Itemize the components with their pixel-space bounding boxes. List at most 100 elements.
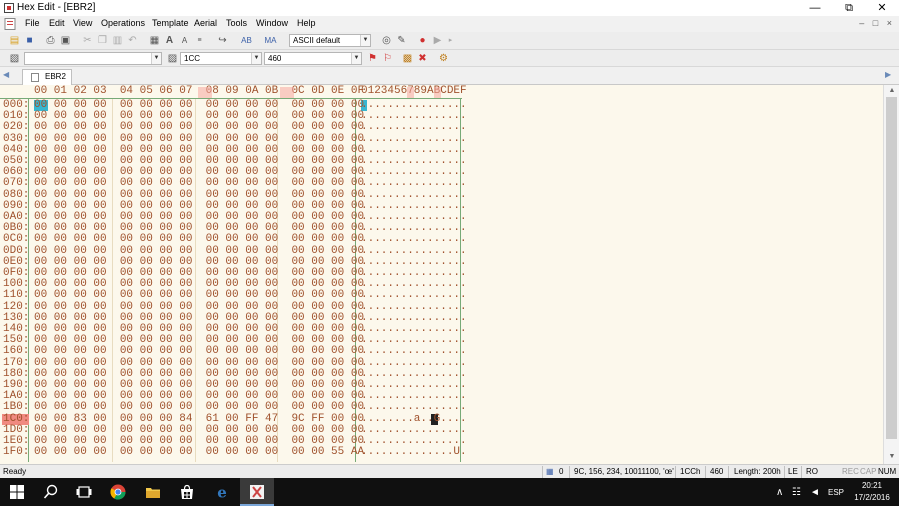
scroll-up-icon[interactable]: ▲ [884, 86, 899, 96]
refresh-icon[interactable]: ◎ [380, 34, 393, 47]
hex-row[interactable]: 00 00 00 00 00 00 00 00 00 00 00 00 00 0… [34, 122, 364, 133]
menu-window[interactable]: Window [256, 18, 288, 28]
search-combo[interactable]: ▼ [24, 52, 162, 65]
ascii-row[interactable]: ..............U. [361, 447, 467, 458]
bookmark-flag-icon[interactable]: ⚑ [366, 52, 379, 65]
edge-icon[interactable]: e [214, 484, 230, 500]
open-icon[interactable]: ▤ [8, 34, 21, 47]
hex-row[interactable]: 00 00 00 00 00 00 00 00 00 00 00 00 00 0… [34, 402, 364, 413]
tray-time[interactable]: 20:21 [852, 481, 892, 490]
chevron-down-icon[interactable]: ▼ [351, 53, 361, 64]
network-icon[interactable]: ☷ [792, 487, 801, 498]
menu-help[interactable]: Help [297, 18, 316, 28]
ascii-highlight-8 [407, 87, 414, 98]
ascii-row[interactable]: ................ [361, 234, 467, 245]
ascii-row[interactable]: ................ [361, 290, 467, 301]
hex-data[interactable]: 00 00 00 00 00 00 00 00 00 00 00 00 00 0… [34, 99, 364, 459]
status-readonly[interactable]: RO [806, 467, 818, 476]
print-icon[interactable]: ⎙ [44, 34, 57, 47]
search-icon[interactable] [43, 484, 59, 500]
bookmark-next-icon[interactable]: ⚐ [381, 52, 394, 65]
status-rec: REC [842, 467, 859, 476]
chevron-down-icon[interactable]: ▼ [151, 53, 161, 64]
windows-taskbar: e ∧ ☷ ◄ ESP 20:21 17/2/2016 [0, 478, 899, 506]
replace-icon[interactable]: MA [264, 34, 277, 47]
hex-row[interactable]: 00 00 00 00 00 00 00 00 00 00 00 00 00 0… [34, 234, 364, 245]
menu-file[interactable]: File [25, 18, 40, 28]
input-language[interactable]: ESP [828, 488, 844, 497]
menu-tools[interactable]: Tools [226, 18, 247, 28]
maximize-button[interactable]: ⧉ [833, 0, 865, 16]
ascii-row[interactable]: ................ [361, 402, 467, 413]
chrome-icon[interactable] [110, 484, 126, 500]
menu-template[interactable]: Template [152, 18, 189, 28]
scroll-down-icon[interactable]: ▼ [884, 452, 899, 462]
font-increase-icon[interactable]: A [163, 34, 176, 47]
ascii-row[interactable]: ................ [361, 122, 467, 133]
settings-icon[interactable]: ⚙ [437, 52, 450, 65]
status-ready: Ready [3, 467, 27, 476]
macro-options-icon[interactable]: ▸ [444, 34, 457, 47]
address-combo[interactable]: 1CC ▼ [180, 52, 262, 65]
ascii-row[interactable]: ................ [361, 178, 467, 189]
task-view-icon[interactable] [76, 484, 92, 500]
speaker-icon[interactable]: ◄ [810, 487, 820, 498]
play-macro-icon[interactable]: ▶ [431, 34, 444, 47]
status-cap: CAP [860, 467, 877, 476]
bookmark-manager-icon[interactable]: ▩ [401, 52, 414, 65]
store-icon[interactable] [179, 484, 195, 500]
menu-operations[interactable]: Operations [101, 18, 145, 28]
document-icon [4, 18, 16, 30]
binary-icon: ▦ [546, 467, 554, 476]
hex-row[interactable]: 00 00 00 00 00 00 00 00 00 00 00 00 00 0… [34, 178, 364, 189]
copy-icon[interactable]: ❐ [96, 34, 109, 47]
goto-icon[interactable]: ↪ [216, 34, 229, 47]
paste-icon[interactable]: ▥ [111, 34, 124, 47]
tray-date[interactable]: 17/2/2016 [850, 493, 894, 502]
tab-scroll-left-icon[interactable]: ◀ [3, 70, 9, 79]
hex-row[interactable]: 00 00 00 00 00 00 00 00 00 00 00 00 00 0… [34, 290, 364, 301]
status-endian[interactable]: LE [788, 467, 798, 476]
value-combo[interactable]: 460 ▼ [264, 52, 362, 65]
ascii-row[interactable]: ................ [361, 346, 467, 357]
cut-icon[interactable]: ✂ [81, 34, 94, 47]
windows-start-icon[interactable] [9, 484, 25, 500]
menu-aerial[interactable]: Aerial [194, 18, 217, 28]
status-length: Length: 200h [734, 467, 781, 476]
ascii-data[interactable]: ........................................… [361, 99, 467, 459]
hex-row[interactable]: 00 00 00 00 00 00 00 00 00 00 00 00 00 0… [34, 346, 364, 357]
hexedit-icon [250, 485, 264, 499]
offset-label: 020: [3, 121, 30, 134]
status-num: NUM [878, 467, 897, 476]
chevron-down-icon[interactable]: ▼ [251, 53, 261, 64]
save-icon[interactable]: ■ [23, 34, 36, 47]
minimize-button[interactable]: — [799, 0, 831, 16]
tray-chevron-up-icon[interactable]: ∧ [776, 487, 783, 498]
tab-ebr2[interactable]: EBR2 [22, 69, 72, 85]
mdi-controls[interactable]: – □ × [859, 18, 895, 28]
print-preview-icon[interactable]: ▣ [59, 34, 72, 47]
status-divider [569, 466, 570, 478]
scroll-thumb[interactable] [886, 97, 897, 439]
search-tool-icon[interactable]: ▧ [8, 52, 21, 65]
find-icon[interactable]: AB [240, 34, 253, 47]
file-explorer-icon[interactable] [145, 484, 161, 500]
hex-row[interactable]: 00 00 00 00 00 00 00 00 00 00 00 00 00 0… [34, 447, 364, 458]
autofit-icon[interactable]: ≡ [193, 34, 206, 47]
bookmark-clear-icon[interactable]: ✖ [416, 52, 429, 65]
record-macro-icon[interactable]: ● [416, 34, 429, 47]
taskbar-hexedit-button[interactable] [240, 478, 274, 506]
tab-scroll-right-icon[interactable]: ▶ [885, 70, 891, 79]
calculator-icon[interactable]: ▦ [148, 34, 161, 47]
status-divider [705, 466, 706, 478]
close-button[interactable]: ✕ [866, 0, 898, 16]
font-decrease-icon[interactable]: A [178, 34, 191, 47]
undo-icon[interactable]: ↶ [126, 34, 139, 47]
document-tabs: ◀ EBR2 ▶ [0, 67, 899, 85]
menu-view[interactable]: View [73, 18, 92, 28]
chevron-down-icon[interactable]: ▼ [360, 35, 370, 46]
edit-pen-icon[interactable]: ✎ [395, 34, 408, 47]
menu-edit[interactable]: Edit [49, 18, 65, 28]
charset-combo[interactable]: ASCII default ▼ [289, 34, 371, 47]
vertical-scrollbar[interactable]: ▲ ▼ [883, 85, 899, 464]
